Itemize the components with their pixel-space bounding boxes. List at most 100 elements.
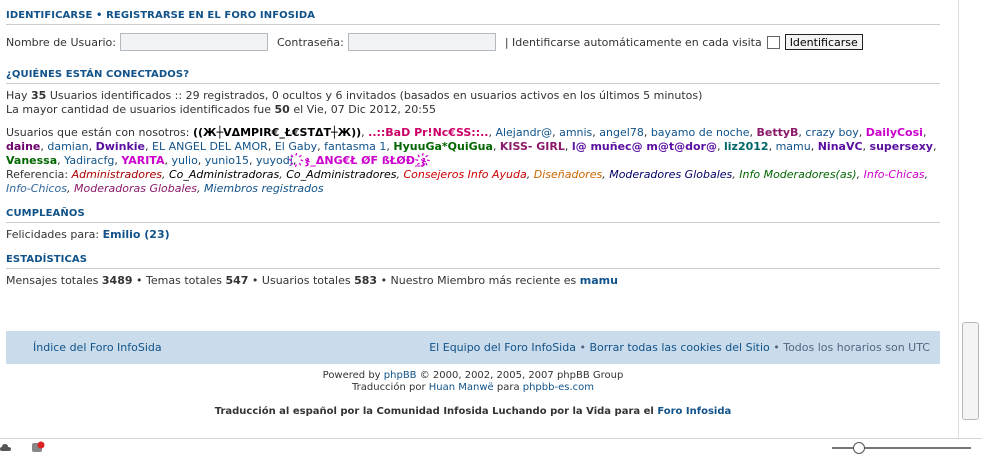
online-user-link[interactable]: ҉ჯ_ΔNG€Ł ØF ßŁØĐ_ჯ҉ xyxy=(300,154,431,167)
forum-content: IDENTIFICARSE • REGISTRARSE EN EL FORO I… xyxy=(6,10,940,288)
scrollbar-thumb[interactable] xyxy=(962,322,979,420)
legend-group-link[interactable]: Diseñadores xyxy=(534,168,602,181)
online-user-link[interactable]: Dwinkie xyxy=(96,140,145,153)
online-record-count: 50 xyxy=(274,103,290,116)
browser-status-bar xyxy=(0,438,982,460)
footer-right-links: El Equipo del Foro InfoSida • Borrar tod… xyxy=(429,341,930,354)
register-link[interactable]: REGISTRARSE EN EL FORO INFOSIDA xyxy=(106,10,315,21)
stats-header: ESTADÍSTICAS xyxy=(6,254,940,269)
online-user-link[interactable]: liz2012 xyxy=(724,140,769,153)
birthdays-header: CUMPLEAÑOS xyxy=(6,208,940,223)
online-user-link[interactable]: El Gaby xyxy=(275,140,317,153)
translator-link[interactable]: Huan Manwë xyxy=(429,382,494,393)
autologin-checkbox[interactable] xyxy=(766,35,780,49)
password-label: Contraseña: xyxy=(276,35,344,49)
stats-line: Mensajes totales 3489 • Temas totales 54… xyxy=(6,274,940,288)
messages-count: 3489 xyxy=(101,274,133,287)
online-user-link[interactable]: Yadiracfg xyxy=(64,154,114,167)
login-header-separator: • xyxy=(92,10,107,21)
online-user-link[interactable]: angel78 xyxy=(599,126,644,139)
online-user-link[interactable]: supersexy xyxy=(870,140,933,153)
topics-label: • Temas totales xyxy=(132,274,226,287)
legend-group-link[interactable]: Moderadores Globales xyxy=(609,168,732,181)
powered-by-pre: Powered by xyxy=(322,370,384,381)
browser-page: IDENTIFICARSE • REGISTRARSE EN EL FORO I… xyxy=(0,0,958,438)
forum-index-link[interactable]: Índice del Foro InfoSida xyxy=(33,341,162,354)
online-user-link[interactable]: ..::BaD Pr!Nc€SS::.. xyxy=(368,126,488,139)
legend-group-link[interactable]: Info-Chicas xyxy=(864,168,925,181)
username-field[interactable] xyxy=(119,33,268,51)
online-user-link[interactable]: amnis xyxy=(559,126,592,139)
messages-label: Mensajes totales xyxy=(6,274,102,287)
legend-group-link[interactable]: Miembros registrados xyxy=(204,182,324,195)
online-header[interactable]: ¿QUIÉNES ESTÁN CONECTADOS? xyxy=(6,69,940,84)
online-user-link[interactable]: daine xyxy=(6,140,40,153)
online-count: 35 xyxy=(31,89,47,102)
online-user-link[interactable]: BettyB xyxy=(756,126,798,139)
users-count: 583 xyxy=(354,274,378,287)
identify-link[interactable]: IDENTIFICARSE xyxy=(6,10,92,21)
newest-member-link[interactable]: mamu xyxy=(580,274,618,287)
timezone-text: • Todos los horarios son UTC xyxy=(769,341,930,354)
birthdays-line: Felicidades para: Emilio (23) xyxy=(6,228,940,242)
online-user-link[interactable]: KISS- GIRL xyxy=(500,140,565,153)
online-line-2-pre: La mayor cantidad de usuarios identifica… xyxy=(6,103,275,116)
online-user-link[interactable]: bayamo de noche xyxy=(651,126,750,139)
newest-member-label: • Nuestro Miembro más reciente es xyxy=(377,274,580,287)
delete-cookies-link[interactable]: Borrar todas las cookies del Sitio xyxy=(589,341,769,354)
legend-container: Administradores, Co_Administradoras, Co_… xyxy=(6,168,929,195)
online-user-link[interactable]: yunio15 xyxy=(205,154,249,167)
topics-count: 547 xyxy=(225,274,249,287)
online-user-link[interactable]: crazy boy xyxy=(805,126,858,139)
legend-group-link[interactable]: Co_Administradoras xyxy=(169,168,279,181)
translation-credit: Traducción por Huan Manwë para phpbb-es.… xyxy=(6,382,940,394)
legend-label: Referencia: xyxy=(6,168,72,181)
username-label: Nombre de Usuario: xyxy=(6,35,116,49)
zoom-slider-knob[interactable] xyxy=(853,442,866,454)
legend-group-link[interactable]: Info-Chicos xyxy=(6,182,67,195)
translation-site-link[interactable]: phpbb-es.com xyxy=(523,382,594,393)
online-user-link[interactable]: EL ANGEL DEL AMOR xyxy=(152,140,268,153)
community-credit: Traducción al español por la Comunidad I… xyxy=(6,406,940,417)
online-user-link[interactable]: yulio xyxy=(171,154,197,167)
online-user-link[interactable]: HyuuGa*QuiGua xyxy=(393,140,492,153)
online-line-2-post: el Vie, 07 Dic 2012, 20:55 xyxy=(289,103,437,116)
legend-group-link[interactable]: Administradores xyxy=(72,168,162,181)
online-user-link[interactable]: NinaVC xyxy=(818,140,863,153)
online-user-link[interactable]: mamu xyxy=(776,140,811,153)
legend-group-link[interactable]: Co_Administradores xyxy=(286,168,396,181)
legend-group-link[interactable]: Consejeros Info Ayuda xyxy=(403,168,526,181)
shield-alert-icon[interactable] xyxy=(31,441,45,453)
online-line-1: Hay 35 Usuarios identificados :: 29 regi… xyxy=(6,89,940,103)
online-user-link[interactable]: YARITA xyxy=(121,154,164,167)
birthday-user-link[interactable]: Emilio (23) xyxy=(103,228,170,241)
password-field[interactable] xyxy=(347,33,496,51)
birthdays-title: CUMPLEAÑOS xyxy=(6,208,85,219)
online-user-link[interactable]: Vanessa xyxy=(6,154,57,167)
online-users-list: Usuarios que están con nosotros: ((Ж┼VΔM… xyxy=(6,126,940,196)
online-title-link[interactable]: ¿QUIÉNES ESTÁN CONECTADOS? xyxy=(6,69,189,80)
online-user-link[interactable]: Alejandr@ xyxy=(495,126,552,139)
online-user-link[interactable]: ((Ж┼VΔMPIR€_Ł€STΔT┼Ж)) xyxy=(193,126,361,139)
stats-title: ESTADÍSTICAS xyxy=(6,254,88,265)
birthdays-label: Felicidades para: xyxy=(6,228,103,241)
online-line-1-pre: Hay xyxy=(6,89,32,102)
cloud-icon[interactable] xyxy=(0,442,12,452)
legend-group-link[interactable]: Info Moderadores(as) xyxy=(739,168,856,181)
phpbb-link[interactable]: phpBB xyxy=(384,370,417,381)
online-user-link[interactable]: damian xyxy=(47,140,88,153)
vertical-scrollbar[interactable] xyxy=(958,0,982,438)
online-user-link[interactable]: yuyodj xyxy=(256,154,293,167)
online-user-link[interactable]: l@ muñec@ m@t@dor@ xyxy=(572,140,717,153)
online-line-2: La mayor cantidad de usuarios identifica… xyxy=(6,103,940,117)
translation-mid: para xyxy=(493,382,523,393)
team-link[interactable]: El Equipo del Foro InfoSida xyxy=(429,341,576,354)
legend-group-link[interactable]: Moderadoras Globales xyxy=(74,182,197,195)
online-user-link[interactable]: DailyCosi xyxy=(866,126,923,139)
login-form: Nombre de Usuario: Contraseña: | Identif… xyxy=(6,33,940,51)
login-header: IDENTIFICARSE • REGISTRARSE EN EL FORO I… xyxy=(6,10,940,25)
login-button[interactable]: Identificarse xyxy=(784,34,863,50)
online-user-link[interactable]: fantasma 1 xyxy=(324,140,386,153)
powered-by-post: © 2000, 2002, 2005, 2007 phpBB Group xyxy=(416,370,624,381)
foro-infosida-link[interactable]: Foro Infosida xyxy=(657,406,731,417)
